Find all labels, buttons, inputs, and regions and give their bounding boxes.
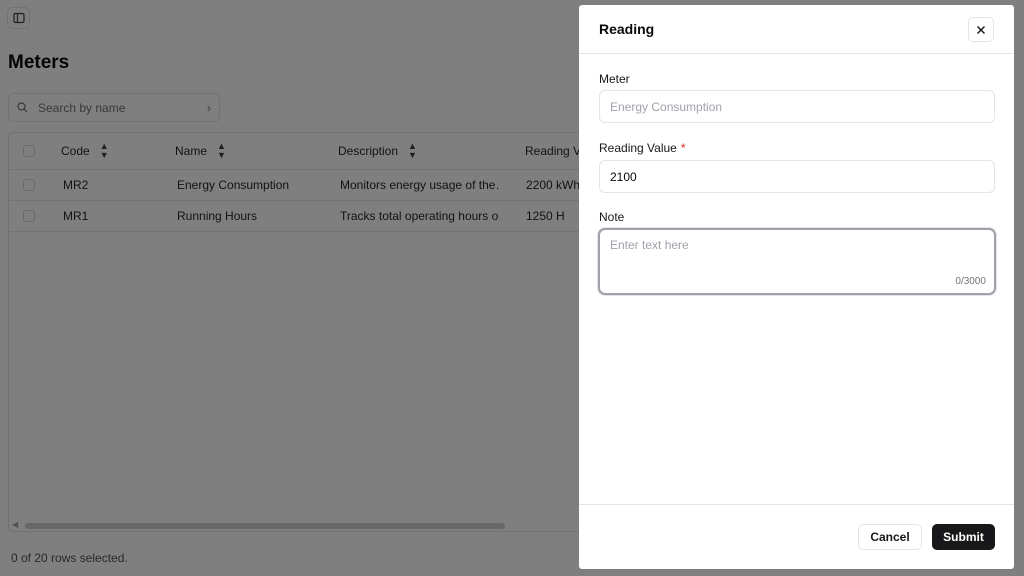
- close-button[interactable]: [968, 17, 994, 42]
- meter-label: Meter: [599, 72, 630, 86]
- sheet-title: Reading: [599, 21, 655, 37]
- cancel-button[interactable]: Cancel: [858, 524, 922, 550]
- reading-value-input[interactable]: 2100: [599, 160, 995, 193]
- reading-sheet: Reading Meter Energy Consumption Reading…: [579, 5, 1014, 569]
- reading-value-label: Reading Value *: [599, 141, 686, 155]
- note-textarea[interactable]: Enter text here 0/3000: [598, 228, 996, 295]
- note-label: Note: [599, 210, 625, 224]
- sheet-header: Reading: [579, 5, 1014, 54]
- submit-button[interactable]: Submit: [932, 524, 995, 550]
- note-placeholder: Enter text here: [610, 238, 689, 252]
- close-icon: [977, 25, 985, 34]
- character-counter: 0/3000: [955, 276, 986, 287]
- sheet-footer: Cancel Submit: [579, 504, 1014, 569]
- reading-value-label-text: Reading Value: [599, 141, 677, 155]
- required-mark: *: [680, 141, 686, 155]
- meter-field: Energy Consumption: [599, 90, 995, 123]
